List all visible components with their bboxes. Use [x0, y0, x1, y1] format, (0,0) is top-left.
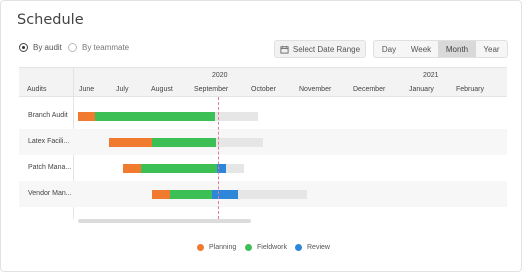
zoom-month-button[interactable]: Month — [438, 41, 476, 57]
page-title: Schedule — [17, 12, 84, 28]
zoom-segmented-control: Day Week Month Year — [373, 40, 508, 58]
radio-selected-icon — [19, 43, 28, 52]
row-label: Patch Mana... — [28, 164, 72, 171]
year-label-2020: 2020 — [212, 72, 228, 79]
month-label-december: December — [353, 86, 386, 93]
by-audit-radio[interactable]: By audit — [19, 43, 62, 52]
fieldwork-swatch-icon — [245, 244, 252, 251]
zoom-week-button[interactable]: Week — [404, 41, 438, 57]
zoom-year-button[interactable]: Year — [476, 41, 507, 57]
fieldwork-bar[interactable] — [141, 164, 217, 173]
legend-label: Planning — [209, 244, 237, 251]
gantt-row-vendor-management[interactable]: Vendor Man... — [19, 181, 507, 207]
by-audit-label: By audit — [33, 43, 62, 52]
gantt-header: Audits 2020 2021 June July August Septem… — [19, 67, 507, 97]
horizontal-scrollbar[interactable] — [78, 219, 251, 223]
legend-planning: Planning — [197, 244, 236, 251]
calendar-icon — [280, 45, 289, 54]
review-bar[interactable] — [212, 190, 238, 199]
by-teammate-radio[interactable]: By teammate — [68, 43, 129, 52]
month-label-august: August — [151, 86, 173, 93]
planning-bar[interactable] — [123, 164, 141, 173]
legend-label: Fieldwork — [257, 244, 287, 251]
fieldwork-bar[interactable] — [152, 138, 216, 147]
year-label-2021: 2021 — [423, 72, 439, 79]
fieldwork-bar[interactable] — [170, 190, 212, 199]
legend-fieldwork: Fieldwork — [245, 244, 287, 251]
audits-column-header: Audits — [27, 86, 47, 93]
month-label-february: February — [456, 86, 485, 93]
fieldwork-bar[interactable] — [95, 112, 215, 121]
month-label-january: January — [409, 86, 434, 93]
today-marker-line — [218, 97, 219, 219]
radio-unselected-icon — [68, 43, 77, 52]
planning-swatch-icon — [197, 244, 204, 251]
month-label-november: November — [299, 86, 332, 93]
planning-bar[interactable] — [109, 138, 152, 147]
month-label-june: June — [79, 86, 95, 93]
gantt-row-branch-audit[interactable]: Branch Audit — [19, 103, 507, 129]
select-date-range-button[interactable]: Select Date Range — [274, 40, 366, 58]
legend-label: Review — [307, 244, 330, 251]
zoom-day-button[interactable]: Day — [374, 41, 404, 57]
schedule-panel: Schedule By audit By teammate Select Dat… — [0, 0, 522, 272]
month-label-july: July — [116, 86, 129, 93]
month-label-october: October — [251, 86, 276, 93]
month-label-september: September — [194, 86, 229, 93]
row-label: Vendor Man... — [28, 190, 72, 197]
row-label: Branch Audit — [28, 112, 68, 119]
by-teammate-label: By teammate — [82, 43, 130, 52]
planning-bar[interactable] — [78, 112, 95, 121]
legend-review: Review — [295, 244, 330, 251]
gantt-row-latex-facility[interactable]: Latex Facili... — [19, 129, 507, 155]
gantt-grid: Audits 2020 2021 June July August Septem… — [19, 67, 507, 219]
gantt-row-patch-management[interactable]: Patch Mana... — [19, 155, 507, 181]
review-swatch-icon — [295, 244, 302, 251]
date-range-label: Select Date Range — [292, 44, 361, 54]
row-label: Latex Facili... — [28, 138, 70, 145]
planning-bar[interactable] — [152, 190, 170, 199]
